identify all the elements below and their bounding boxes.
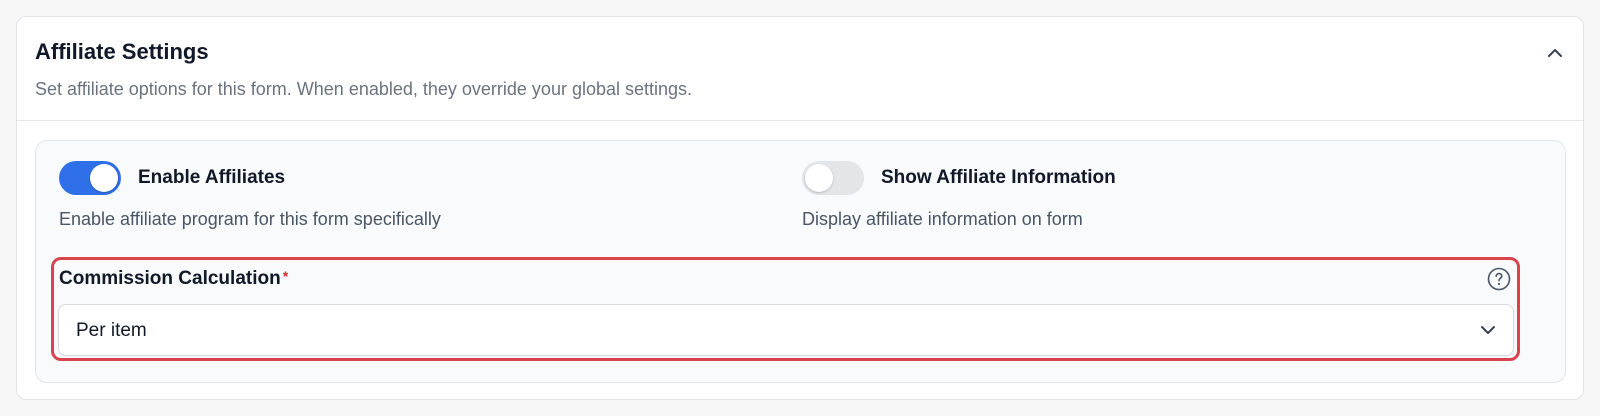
chevron-down-icon [1481,326,1495,334]
show-affiliate-info-label: Show Affiliate Information [881,167,1116,188]
commission-calculation-field: Commission Calculation * Per item [51,257,1520,361]
collapse-button[interactable] [1541,39,1569,67]
show-affiliate-info-group: Show Affiliate Information Display affil… [802,161,1116,230]
enable-affiliates-description: Enable affiliate program for this form s… [59,209,441,229]
selected-value: Per item [76,320,147,341]
show-affiliate-info-description: Display affiliate information on form [802,209,1083,229]
affiliate-options-panel: Enable Affiliates Enable affiliate progr… [35,140,1566,383]
card-header: Affiliate Settings Set affiliate options… [17,17,1583,121]
question-circle-icon [1487,267,1511,291]
toggle-knob [805,164,833,192]
section-title: Affiliate Settings [35,39,209,64]
required-asterisk: * [282,268,289,284]
toggle-knob [90,164,118,192]
commission-label-text: Commission Calculation [59,268,281,289]
commission-calculation-label: Commission Calculation * [59,268,288,290]
section-subtitle: Set affiliate options for this form. Whe… [35,79,693,99]
affiliate-settings-card: Affiliate Settings Set affiliate options… [16,16,1584,400]
enable-affiliates-label: Enable Affiliates [138,167,286,188]
show-affiliate-info-toggle[interactable] [802,161,864,195]
commission-calculation-select[interactable]: Per item [58,304,1514,356]
enable-affiliates-toggle[interactable] [59,161,121,195]
help-button[interactable] [1487,267,1511,291]
chevron-up-icon [1548,49,1562,57]
enable-affiliates-group: Enable Affiliates Enable affiliate progr… [59,161,441,230]
